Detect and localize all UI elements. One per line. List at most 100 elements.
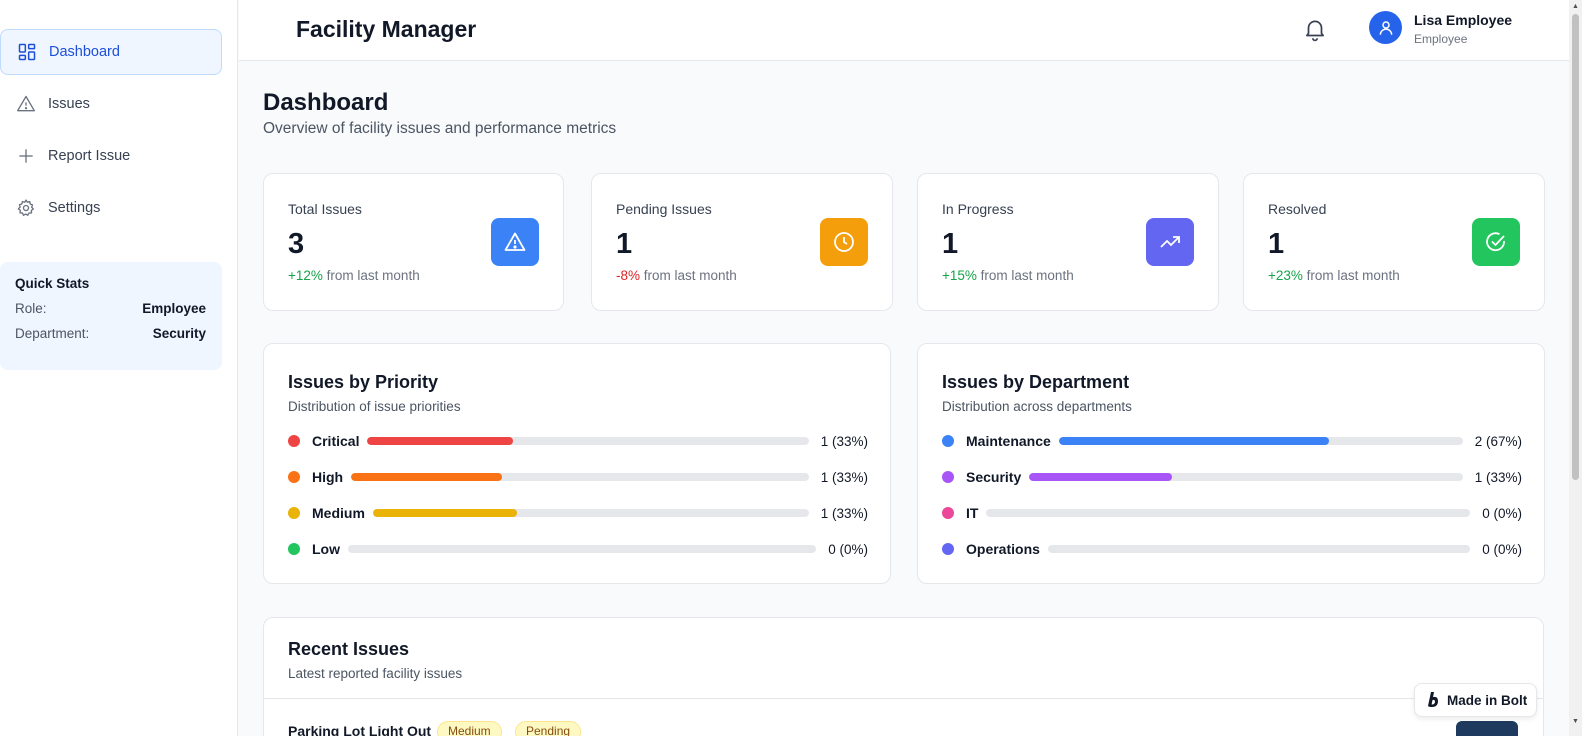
plus-icon [19, 149, 33, 163]
panel-title: Issues by Department [942, 372, 1130, 392]
vertical-scrollbar[interactable]: ▲ ▼ [1569, 0, 1582, 736]
department-bar-track [1047, 545, 1471, 553]
user-role: Employee [1414, 32, 1468, 46]
panel-subtitle: Latest reported facility issues [288, 666, 463, 681]
department-label: Maintenance [966, 433, 1051, 449]
made-in-bolt-badge[interactable]: Made in Bolt [1414, 683, 1537, 717]
page-title: Dashboard [263, 89, 389, 116]
priority-label: Low [312, 541, 340, 557]
page-subtitle: Overview of facility issues and performa… [263, 120, 617, 137]
bolt-logo-icon [1428, 692, 1438, 707]
department-row-it: IT 0 (0%) [942, 503, 1522, 523]
scroll-down-arrow-icon[interactable]: ▼ [1572, 718, 1579, 725]
warning-triangle-icon [17, 95, 35, 112]
department-label: Security [966, 469, 1022, 485]
sidebar-item-issues[interactable]: Issues [0, 81, 222, 127]
department-bar-track [986, 509, 1471, 517]
check-circle-icon [1486, 232, 1505, 252]
issue-thumbnail[interactable] [1456, 721, 1518, 736]
stat-card-resolved: Resolved 1 +23% from last month [1243, 173, 1545, 311]
issues-by-department-panel: Issues by Department Distribution across… [917, 343, 1545, 584]
department-label: Operations [966, 541, 1040, 557]
stat-change: +15% from last month [942, 268, 1074, 283]
divider [264, 698, 1543, 699]
bell-icon[interactable] [1302, 16, 1328, 42]
quick-stats-panel: Quick Stats Role: Employee Department: S… [0, 262, 222, 370]
bolt-label: Made in Bolt [1447, 692, 1528, 708]
priority-row-medium: Medium 1 (33%) [288, 503, 868, 523]
priority-value: 1 (33%) [820, 505, 868, 521]
priority-dot [288, 507, 300, 519]
app-title: Facility Manager [296, 16, 477, 42]
panel-title: Issues by Priority [288, 372, 439, 392]
stat-icon-box [1472, 218, 1520, 266]
department-bar-fill [1029, 473, 1173, 481]
sidebar-item-report-issue[interactable]: Report Issue [0, 133, 222, 179]
stat-card-pending-issues: Pending Issues 1 -8% from last month [591, 173, 893, 311]
department-dot [942, 543, 954, 555]
department-dot [942, 435, 954, 447]
stat-label: In Progress [942, 201, 1014, 217]
stat-change: +23% from last month [1268, 268, 1400, 283]
warning-triangle-icon [504, 232, 526, 251]
stat-label: Total Issues [288, 201, 362, 217]
sidebar: Dashboard Issues Report Issue Settings Q… [0, 0, 238, 736]
sidebar-item-dashboard[interactable]: Dashboard [0, 29, 222, 75]
priority-bar-track [367, 437, 809, 445]
stat-change-percent: -8% [616, 268, 641, 283]
role-label: Role: [15, 301, 47, 316]
priority-bar-track [351, 473, 809, 481]
role-value: Employee [142, 301, 206, 316]
scroll-thumb[interactable] [1572, 14, 1579, 480]
user-name: Lisa Employee [1414, 12, 1513, 28]
department-bar-track [1029, 473, 1463, 481]
top-header: Facility Manager Lisa Employee Employee [239, 0, 1569, 61]
stat-change-percent: +15% [942, 268, 977, 283]
priority-label: Medium [312, 505, 365, 521]
department-value: 2 (67%) [1474, 433, 1522, 449]
department-label: Department: [15, 326, 90, 341]
priority-value: 1 (33%) [820, 433, 868, 449]
quick-stats-department-row: Department: Security [15, 326, 206, 341]
priority-row-critical: Critical 1 (33%) [288, 431, 868, 451]
stat-card-total-issues: Total Issues 3 +12% from last month [263, 173, 564, 311]
issue-title[interactable]: Parking Lot Light Out [288, 723, 431, 736]
department-dot [942, 471, 954, 483]
gear-icon [17, 199, 34, 216]
avatar[interactable] [1369, 11, 1402, 44]
department-row-security: Security 1 (33%) [942, 467, 1522, 487]
stat-change-percent: +23% [1268, 268, 1303, 283]
priority-bar-track [372, 509, 809, 517]
stat-value: 1 [942, 228, 959, 260]
status-badge: Pending [515, 721, 582, 736]
priority-bar-fill [372, 509, 517, 517]
panel-subtitle: Distribution across departments [942, 399, 1132, 414]
priority-label: Critical [312, 433, 360, 449]
priority-bar-fill [351, 473, 503, 481]
priority-bar-track [348, 545, 817, 553]
stat-icon-box [491, 218, 539, 266]
department-value: 0 (0%) [1482, 505, 1522, 521]
priority-dot [288, 471, 300, 483]
sidebar-item-settings[interactable]: Settings [0, 185, 222, 231]
priority-label: High [312, 469, 344, 485]
stat-label: Pending Issues [616, 201, 712, 217]
stat-value: 3 [288, 228, 305, 260]
panel-title: Recent Issues [288, 639, 410, 659]
stat-change-percent: +12% [288, 268, 323, 283]
stat-card-in-progress: In Progress 1 +15% from last month [917, 173, 1219, 311]
issues-by-priority-panel: Issues by Priority Distribution of issue… [263, 343, 891, 584]
stat-change: +12% from last month [288, 268, 420, 283]
department-bar-track [1058, 437, 1463, 445]
user-icon [1379, 20, 1392, 35]
stat-change: -8% from last month [616, 268, 737, 283]
stat-change-suffix: from last month [643, 268, 737, 283]
priority-dot [288, 435, 300, 447]
sidebar-item-label: Dashboard [49, 44, 120, 60]
priority-badge: Medium [437, 721, 502, 736]
department-value: 1 (33%) [1474, 469, 1522, 485]
stat-change-suffix: from last month [326, 268, 420, 283]
department-bar-fill [1058, 437, 1330, 445]
scroll-up-arrow-icon[interactable]: ▲ [1572, 3, 1579, 10]
stat-change-suffix: from last month [980, 268, 1074, 283]
